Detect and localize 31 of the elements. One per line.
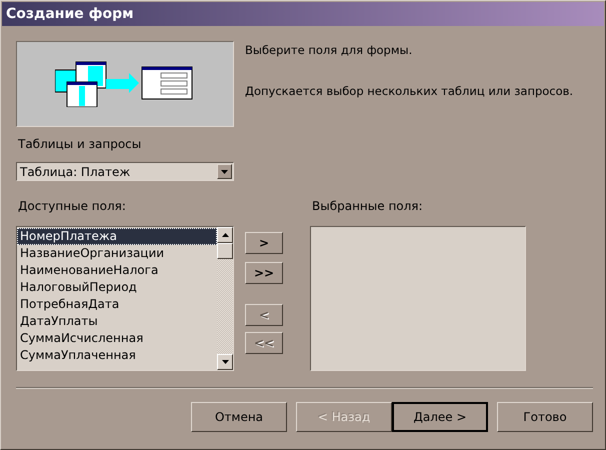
field-list-item[interactable]: НалоговыйПериод xyxy=(17,279,217,296)
field-list-item[interactable]: НазваниеОрганизации xyxy=(17,245,217,262)
arrow-up-icon xyxy=(222,233,228,237)
wizard-button[interactable]: Далее > xyxy=(392,402,488,432)
field-list-item[interactable]: ПотребнаяДата xyxy=(17,296,217,313)
scroll-thumb[interactable] xyxy=(217,243,233,259)
caret-down-icon xyxy=(221,170,228,174)
instruction-text: Допускается выбор нескольких таблиц или запросов. xyxy=(245,84,574,98)
field-list-item[interactable]: НаименованиеНалога xyxy=(17,262,217,279)
available-fields-list[interactable]: НомерПлатежа НазваниеОрганизации НаименованиеНалога НалоговыйПериод ПотребнаяДата ДатаУплаты СуммаИсчисленная СуммаУплаченная xyxy=(16,226,234,371)
scroll-down-button[interactable] xyxy=(217,354,233,370)
field-list-item[interactable]: НомерПлатежа xyxy=(17,228,217,245)
arrow-down-icon xyxy=(222,360,228,364)
field-list-item[interactable]: СуммаУплаченная xyxy=(17,347,217,364)
scroll-up-button[interactable] xyxy=(217,227,233,243)
source-dropdown[interactable]: Таблица: Платеж xyxy=(16,162,234,181)
dropdown-button[interactable] xyxy=(217,164,232,179)
selected-fields-label: Выбранные поля: xyxy=(312,199,424,213)
scrollbar[interactable] xyxy=(217,227,233,370)
window-title: Создание форм xyxy=(2,2,604,26)
move-field-button[interactable]: >> xyxy=(245,262,283,284)
selected-fields-list[interactable] xyxy=(310,226,526,371)
wizard-button[interactable]: Готово xyxy=(497,402,593,432)
dropdown-value: Таблица: Платеж xyxy=(20,164,130,178)
wizard-button[interactable]: Отмена xyxy=(191,402,287,432)
field-list-item[interactable]: ДатаУплаты xyxy=(17,313,217,330)
field-list-item[interactable]: СуммаИсчисленная xyxy=(17,330,217,347)
available-fields-label: Доступные поля: xyxy=(18,199,127,213)
instruction-text: Выберите поля для формы. xyxy=(245,43,414,57)
move-field-button[interactable]: > xyxy=(245,232,283,254)
source-label: Таблицы и запросы xyxy=(18,137,142,151)
